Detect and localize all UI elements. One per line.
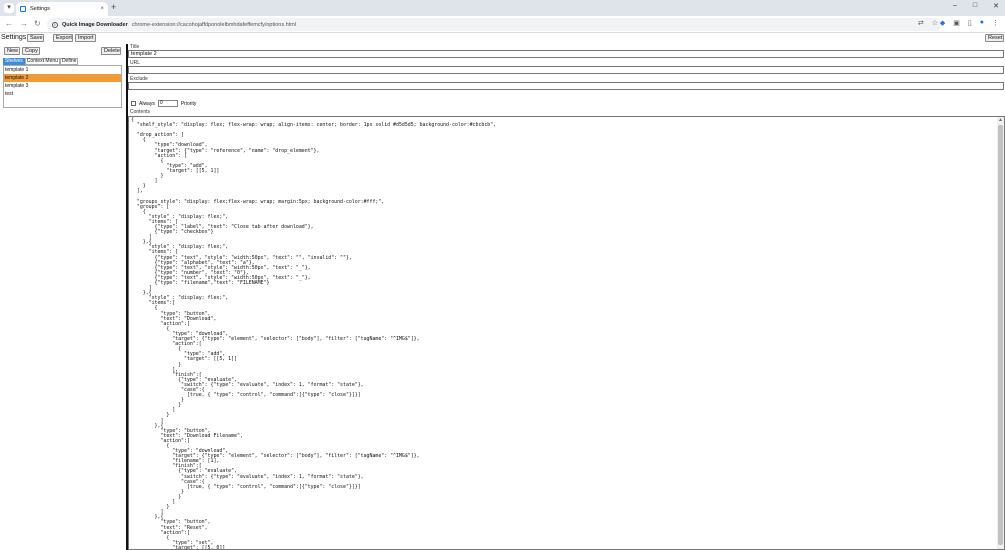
reload-icon[interactable]: ↻ xyxy=(34,19,41,29)
tab-shelves[interactable]: Shelves xyxy=(3,58,25,65)
list-item-selected[interactable]: template 2 xyxy=(4,74,121,82)
omnibox-actions: ⇄ ☆ xyxy=(918,19,938,27)
address-bar[interactable]: i Quick Image Downloader chrome-extensio… xyxy=(47,18,942,31)
template-sidebar: New Copy Delete Shelves Context Menu Def… xyxy=(0,44,126,550)
options-row: Always 0 Priority xyxy=(131,100,196,107)
more-menu-icon[interactable]: ⋮ xyxy=(992,19,999,27)
profile-avatar-icon[interactable]: ● xyxy=(980,19,984,27)
list-item[interactable]: test xyxy=(4,90,121,98)
priority-label: Priority xyxy=(180,100,197,107)
always-checkbox[interactable] xyxy=(131,101,136,106)
contents-text[interactable]: { "shelf_style": "display: flex; flex-wr… xyxy=(129,117,1004,549)
url-field[interactable] xyxy=(128,66,1004,74)
save-button[interactable]: Save xyxy=(27,34,44,42)
browser-toolbar: ← → ↻ i Quick Image Downloader chrome-ex… xyxy=(0,16,1005,33)
url-text: chrome-extension://cacohojaffdponolelbmh… xyxy=(131,21,296,28)
import-button[interactable]: Import xyxy=(75,34,96,42)
tab-context-menu[interactable]: Context Menu xyxy=(24,58,60,65)
bookmark-star-icon[interactable]: ☆ xyxy=(932,19,938,27)
scrollbar-thumb[interactable] xyxy=(998,125,1003,545)
template-list: template 1 template 2 template 3 test xyxy=(3,65,122,108)
new-button[interactable]: New xyxy=(4,47,20,55)
copy-button[interactable]: Copy xyxy=(22,47,40,55)
options-page: Settings Save Export Import Reset New Co… xyxy=(0,33,1005,550)
always-label: Always xyxy=(139,100,155,107)
scroll-up-icon[interactable]: ▲ xyxy=(998,118,1003,123)
list-item[interactable]: template 3 xyxy=(4,82,121,90)
contents-label: Contents xyxy=(130,109,151,115)
priority-input[interactable]: 0 xyxy=(157,100,178,107)
extension-icons: ◆ ▣ ▯ ● ⋮ xyxy=(940,19,999,27)
template-editor: Title template 2 URL Exclude Always 0 Pr… xyxy=(128,44,1005,550)
tab-close-icon[interactable]: × xyxy=(100,6,104,12)
extensions-puzzle-icon[interactable]: ▣ xyxy=(953,19,960,27)
extension-host: Quick Image Downloader xyxy=(62,21,128,28)
page-favicon-icon xyxy=(20,6,26,12)
forward-arrow-icon[interactable]: → xyxy=(20,19,28,29)
browser-tab[interactable]: Settings × xyxy=(16,2,108,16)
maximize-icon[interactable]: □ xyxy=(973,2,977,10)
tab-title: Settings xyxy=(30,6,50,12)
minimize-icon[interactable]: – xyxy=(953,2,957,10)
tab-search-icon[interactable]: ▾ xyxy=(4,3,14,13)
extension-icon[interactable]: ◆ xyxy=(940,19,945,27)
translate-icon[interactable]: ⇄ xyxy=(918,19,924,27)
delete-button[interactable]: Delete xyxy=(101,47,121,55)
sidepanel-icon[interactable]: ▯ xyxy=(968,19,972,27)
exclude-field[interactable] xyxy=(128,82,1004,90)
export-button[interactable]: Export xyxy=(53,34,73,42)
list-item[interactable]: template 1 xyxy=(4,66,121,74)
site-info-icon[interactable]: i xyxy=(52,21,58,28)
reset-button[interactable]: Reset xyxy=(985,34,1004,42)
page-header: Settings Save Export Import Reset xyxy=(0,33,1005,44)
close-window-icon[interactable]: ✕ xyxy=(993,2,999,10)
contents-editor[interactable]: { "shelf_style": "display: flex; flex-wr… xyxy=(128,116,1005,550)
tab-define[interactable]: Define xyxy=(59,58,79,65)
title-field[interactable]: template 2 xyxy=(128,50,1004,58)
contents-scrollbar[interactable]: ▲ xyxy=(997,117,1004,549)
new-tab-button[interactable]: + xyxy=(111,3,116,12)
sidebar-tabs: Shelves Context Menu Define xyxy=(3,58,79,65)
window-controls: – □ ✕ xyxy=(953,2,999,10)
page-title: Settings xyxy=(1,34,27,41)
back-arrow-icon[interactable]: ← xyxy=(5,19,13,29)
browser-tab-strip: ▾ Settings × + – □ ✕ xyxy=(0,0,1005,16)
